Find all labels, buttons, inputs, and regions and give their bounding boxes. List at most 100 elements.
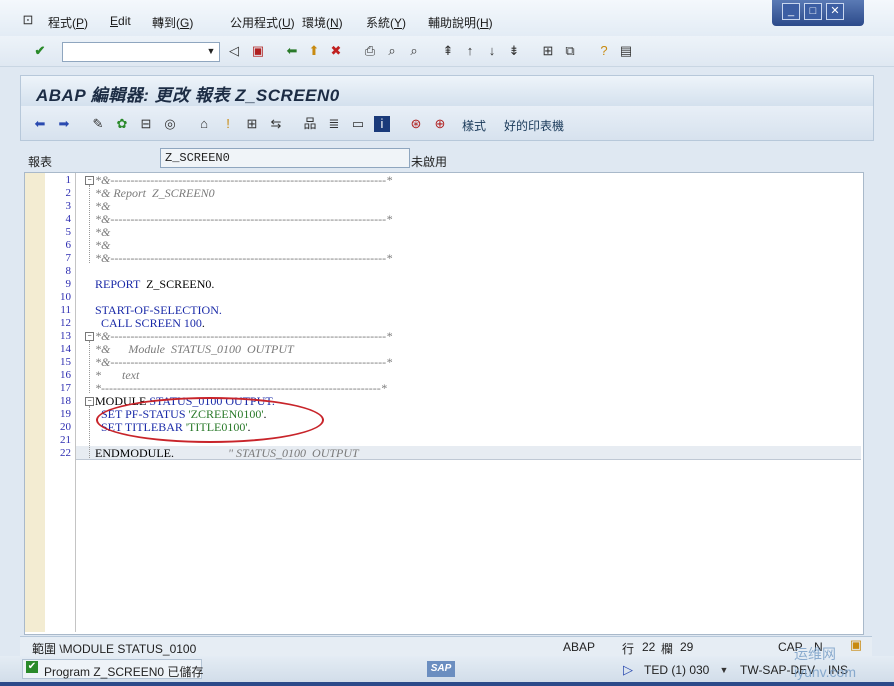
cancel-icon[interactable]: ✖ — [328, 43, 344, 59]
object-list-icon[interactable]: ⊞ — [244, 116, 260, 132]
pattern-icon[interactable]: ▭ — [350, 116, 366, 132]
print-icon[interactable]: ⎙ — [362, 43, 378, 59]
where-used-icon[interactable]: ⌂ — [196, 116, 212, 132]
layout-menu-icon[interactable]: ▤ — [618, 43, 634, 59]
menu-help[interactable]: 輔助說明(H) — [428, 14, 493, 31]
active-inactive-icon[interactable]: ✿ — [114, 116, 130, 132]
previous-page-icon[interactable]: ↑ — [462, 43, 478, 59]
code-token: *& Module STATUS_0100 OUTPUT — [95, 342, 294, 356]
activate-icon[interactable]: ◎ — [162, 116, 178, 132]
col-value: 29 — [680, 640, 694, 654]
fold-toggle-icon[interactable]: − — [85, 332, 94, 341]
code-token: * text — [95, 368, 140, 382]
command-field[interactable] — [62, 42, 220, 62]
line-number: 5 — [65, 226, 72, 238]
code-token: CALL SCREEN — [95, 316, 184, 330]
code-token: *&--------------------------------------… — [95, 355, 393, 369]
info-icon[interactable]: i — [374, 116, 390, 132]
find-icon[interactable]: ⌕ — [384, 43, 400, 59]
line-number: 14 — [60, 343, 71, 355]
code-line[interactable]: *&--------------------------------------… — [95, 212, 392, 227]
window-controls: _ □ ✕ — [772, 0, 864, 26]
chevron-down-icon[interactable]: ▼ — [716, 662, 732, 678]
menu-utilities[interactable]: 公用程式(U) — [230, 14, 295, 31]
line-number: 8 — [65, 265, 72, 277]
save-icon[interactable]: ▣ — [250, 43, 266, 59]
menu-bar: ⊡ 程式(P) Edit 轉到(G) 公用程式(U) 環境(N) 系統(Y) 輔… — [0, 0, 894, 36]
help-icon[interactable]: ? — [596, 43, 612, 59]
enter-check-icon[interactable]: ✔ — [32, 43, 48, 59]
pretty-printer-button[interactable]: 好的印表機 — [504, 117, 564, 134]
code-token: START-OF-SELECTION. — [95, 303, 222, 317]
line-number: 7 — [65, 252, 72, 264]
breakpoint-icon[interactable]: ! — [220, 116, 236, 132]
code-token: *&--------------------------------------… — [95, 329, 393, 343]
fold-toggle-icon[interactable]: − — [85, 397, 94, 406]
report-name-field[interactable]: Z_SCREEN0 — [160, 148, 410, 168]
shortcut-icon[interactable]: ⧉ — [562, 43, 578, 59]
minimize-button[interactable]: _ — [782, 3, 800, 20]
editor-gutter — [25, 173, 45, 632]
first-page-icon[interactable]: ⇞ — [440, 43, 456, 59]
row-value: 22 — [642, 640, 656, 654]
code-line[interactable]: *& Report Z_SCREEN0 — [95, 186, 215, 201]
code-token: *& — [95, 199, 111, 213]
language-info: ABAP — [563, 640, 596, 654]
insert-statement-icon[interactable]: ≣ — [326, 116, 342, 132]
code-line[interactable]: *&--------------------------------------… — [95, 355, 392, 370]
chevron-down-icon[interactable]: ▼ — [204, 42, 218, 60]
menu-program[interactable]: 程式(P) — [48, 14, 88, 31]
style-button[interactable]: 樣式 — [462, 117, 486, 134]
find-next-icon[interactable]: ⌕ — [406, 43, 422, 59]
sap-logo: SAP — [427, 661, 455, 677]
code-token: REPORT — [95, 277, 141, 291]
new-session-icon[interactable]: ⊞ — [540, 43, 556, 59]
hierarchy-icon[interactable]: 品 — [302, 116, 318, 132]
arrow-left-icon[interactable]: ⬅ — [32, 116, 48, 132]
session-info: TED (1) 030 — [644, 663, 710, 677]
display-change-icon[interactable]: ✎ — [90, 116, 106, 132]
line-number: 2 — [65, 187, 72, 199]
code-line[interactable]: ENDMODULE. " STATUS_0100 OUTPUT — [95, 446, 359, 461]
last-page-icon[interactable]: ⇟ — [506, 43, 522, 59]
back-icon[interactable]: ⬅ — [284, 43, 300, 59]
navigation-window-icon[interactable]: ⇆ — [268, 116, 284, 132]
menu-window-icon[interactable]: ⊡ — [20, 12, 36, 28]
arrow-right-icon[interactable]: ➡ — [56, 116, 72, 132]
maximize-button[interactable]: □ — [804, 3, 822, 20]
report-label: 報表 — [28, 155, 53, 169]
menu-goto[interactable]: 轉到(G) — [152, 14, 193, 31]
line-number: 16 — [60, 369, 71, 381]
code-token: . — [201, 316, 205, 330]
menu-edit[interactable]: Edit — [110, 14, 131, 28]
line-number: 22 — [60, 447, 71, 459]
success-check-icon: ✔ — [26, 661, 38, 673]
line-number: 15 — [60, 356, 71, 368]
scope-info: 範圍 \MODULE STATUS_0100 — [32, 642, 197, 656]
line-number: 9 — [65, 278, 72, 290]
line-number: 4 — [65, 213, 72, 225]
watermark: 运维网 iyunv.com — [794, 646, 856, 680]
exit-icon[interactable]: ⬆ — [306, 43, 322, 59]
line-numbers: 1 2 3 4 5 6 7 8 9 10 11 12 13 14 15 16 17 18 19 20 21 22 — [45, 173, 76, 632]
next-page-icon[interactable]: ↓ — [484, 43, 500, 59]
bottom-border — [0, 682, 894, 686]
code-token: *& — [95, 238, 111, 252]
menu-system[interactable]: 系統(Y) — [366, 14, 406, 31]
code-line[interactable]: *&--------------------------------------… — [95, 251, 392, 266]
code-token: *&--------------------------------------… — [95, 212, 393, 226]
page-title: ABAP 編輯器: 更改 報表 Z_SCREEN0 — [36, 86, 340, 105]
play-icon[interactable]: ▷ — [620, 662, 636, 678]
history-back-icon[interactable]: ◁ — [226, 43, 242, 59]
line-number: 6 — [65, 239, 72, 251]
line-number: 19 — [60, 408, 71, 420]
fold-toggle-icon[interactable]: − — [85, 176, 94, 185]
breakpoint-set-icon[interactable]: ⊕ — [432, 116, 448, 132]
debug-icon[interactable]: ⊛ — [408, 116, 424, 132]
check-icon[interactable]: ⊟ — [138, 116, 154, 132]
line-number: 12 — [60, 317, 71, 329]
code-line[interactable]: REPORT Z_SCREEN0. — [95, 277, 214, 292]
close-button[interactable]: ✕ — [826, 3, 844, 20]
line-number: 13 — [60, 330, 71, 342]
menu-environment[interactable]: 環境(N) — [302, 14, 343, 31]
